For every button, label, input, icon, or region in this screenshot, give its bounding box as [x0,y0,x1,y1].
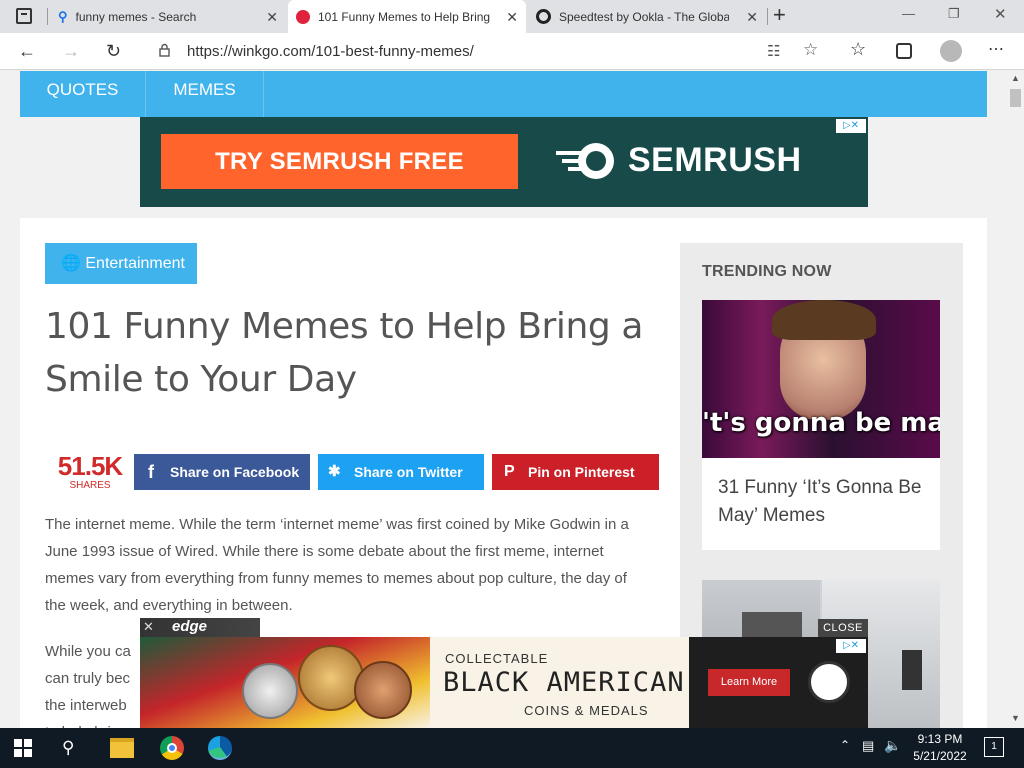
semrush-logo-icon [556,141,620,181]
treasury-seal-icon [808,661,850,703]
favorites-icon[interactable]: ☆ [850,39,866,60]
address-bar[interactable]: https://winkgo.com/101-best-funny-memes/… [145,37,835,66]
clock-date: 5/21/2022 [913,749,967,763]
winkgo-icon [296,9,310,24]
taskbar: ⚲ ⌃ ▤ 🔈 1 [0,728,1024,768]
address-bar-row: ← → ↻ https://winkgo.com/101-best-funny-… [0,33,1024,70]
share-count: 51.5K SHARES [54,452,126,491]
tab-winkgo[interactable]: 101 Funny Memes to Help Bring ✕ [288,0,526,33]
trending-card[interactable]: 't's gonna be ma 31 Funny ‘It’s Gonna Be… [702,300,940,550]
back-button[interactable]: ← [18,41,36,62]
ad-brand: SEMRUSH [628,141,802,179]
close-window-button[interactable]: ✕ [994,5,1007,23]
share-count-label: SHARES [69,480,111,491]
close-tab-icon[interactable]: ✕ [746,9,758,26]
tab-speedtest[interactable]: Speedtest by Ookla - The Global ✕ [528,0,766,33]
tab-title: Speedtest by Ookla - The Global [559,9,729,24]
profile-avatar[interactable] [940,40,962,62]
ad-close-x-icon[interactable]: ✕ [143,619,154,635]
article-title: 101 Funny Memes to Help Bring a Smile to… [45,306,644,400]
windows-start-icon[interactable] [14,739,32,757]
new-tab-button[interactable]: + [773,2,786,28]
forward-button[interactable]: → [62,41,80,62]
ad-edge-bar: ✕ edge [140,618,260,638]
trending-card-image[interactable]: 't's gonna be ma [702,300,940,458]
close-tab-icon[interactable]: ✕ [266,9,278,26]
share-pinterest-button[interactable]: P Pin on Pinterest [492,454,659,490]
ad-line3: COINS & MEDALS [524,703,649,718]
share-facebook-button[interactable]: f Share on Facebook [134,454,310,490]
ad-line1: COLLECTABLE [445,651,549,666]
scroll-down-icon[interactable]: ▼ [1011,713,1020,723]
file-explorer-icon[interactable] [110,738,134,758]
coin-bronze-icon [354,661,412,719]
tab-title: 101 Funny Memes to Help Bring [318,9,490,24]
speedtest-icon [536,9,551,24]
facebook-icon: f [148,462,154,482]
reading-view-icon[interactable]: ☷ [767,42,780,60]
twitter-icon: ✱ [328,463,341,480]
share-twitter-button[interactable]: ✱ Share on Twitter [318,454,484,490]
restore-button[interactable]: ❐ [948,6,960,22]
page-scrollbar[interactable]: ▲ ▼ [1007,71,1024,728]
search-icon[interactable]: ⚲ [62,738,86,762]
category-badge[interactable]: 🌐 Entertainment [45,243,197,284]
edge-logo: edge [172,618,208,635]
show-hidden-icons[interactable]: ⌃ [840,738,850,752]
pinterest-icon: P [504,463,515,480]
top-ad-banner[interactable]: TRY SEMRUSH FREE SEMRUSH ▷✕ [140,117,868,207]
close-tab-icon[interactable]: ✕ [506,9,518,26]
chrome-icon[interactable] [160,736,184,760]
tab-title: funny memes - Search [75,9,197,24]
url-text[interactable]: https://winkgo.com/101-best-funny-memes/ [187,43,474,60]
collections-icon[interactable] [896,43,912,59]
edge-icon[interactable] [208,736,232,760]
adchoices-icon[interactable]: ▷✕ [836,119,866,133]
coin-gold-icon [298,645,364,711]
category-label: Entertainment [85,255,185,272]
site-nav: QUOTES MEMES [20,71,987,117]
nav-memes[interactable]: MEMES [146,71,264,117]
tab-search[interactable]: ⚲ funny memes - Search ✕ [50,0,286,33]
article-paragraph: The internet meme. While the term ‘inter… [45,516,629,614]
ad-line2: BLACK AMERICAN [443,667,685,698]
tab-actions-icon[interactable] [16,8,32,24]
settings-menu-icon[interactable]: ⋯ [988,39,1005,59]
coin-silver-icon [242,663,298,719]
ad-learn-more-button[interactable]: Learn More [708,669,790,696]
share-count-value: 51.5K [57,451,123,481]
taskbar-clock[interactable]: 9:13 PM 5/21/2022 [905,731,975,765]
network-icon[interactable]: ▤ [862,738,874,754]
volume-icon[interactable]: 🔈 [884,737,901,754]
nav-quotes[interactable]: QUOTES [20,71,146,117]
refresh-button[interactable]: ↻ [106,41,121,62]
globe-icon: 🌐 [61,255,81,272]
notifications-icon[interactable]: 1 [984,737,1004,757]
clock-time: 9:13 PM [917,732,963,746]
lock-icon[interactable] [159,43,170,57]
ad-close-button[interactable]: CLOSE [818,619,868,637]
scroll-up-icon[interactable]: ▲ [1011,73,1020,83]
image-caption: 't's gonna be ma [702,408,940,438]
add-favorite-icon[interactable]: ☆ [803,40,818,60]
minimize-button[interactable]: — [902,6,915,21]
tab-strip: ⚲ funny memes - Search ✕ 101 Funny Memes… [0,0,1024,33]
scrollbar-thumb[interactable] [1010,89,1021,107]
trending-card-title[interactable]: 31 Funny ‘It’s Gonna Be May’ Memes [718,474,928,530]
trending-heading: TRENDING NOW [702,263,832,280]
ad-cta-button[interactable]: TRY SEMRUSH FREE [161,134,518,189]
adchoices-icon[interactable]: ▷✕ [836,639,866,653]
search-icon: ⚲ [58,8,68,24]
bottom-ad-banner[interactable]: COLLECTABLE BLACK AMERICAN COINS & MEDAL… [140,637,868,728]
